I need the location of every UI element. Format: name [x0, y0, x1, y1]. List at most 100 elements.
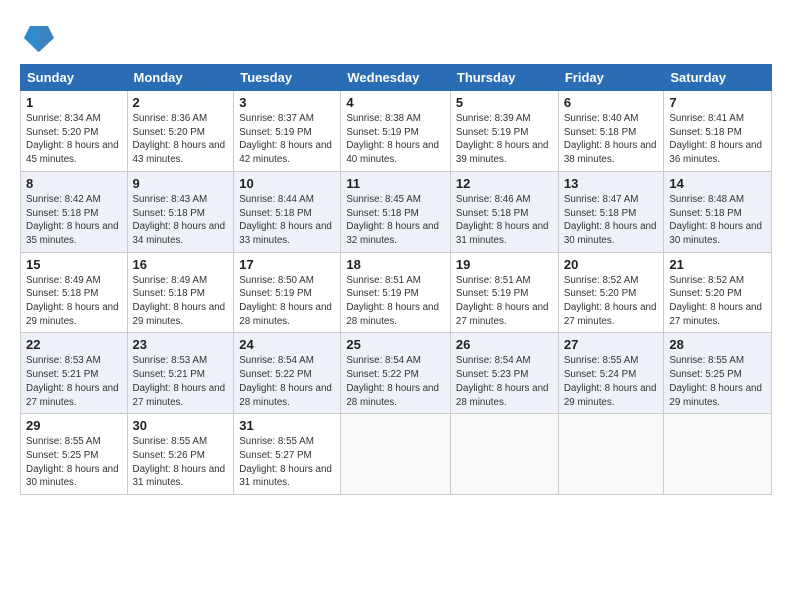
calendar-cell: 21 Sunrise: 8:52 AM Sunset: 5:20 PM Dayli…	[664, 252, 772, 333]
calendar-cell: 14Sunrise: 8:48 AM Sunset: 5:18 PM Dayli…	[664, 171, 772, 252]
calendar-cell	[558, 414, 664, 495]
day-info: Sunrise: 8:49 AM Sunset: 5:18 PM Dayligh…	[26, 274, 122, 329]
day-info: Sunrise: 8:45 AM Sunset: 5:18 PM Dayligh…	[346, 193, 445, 248]
day-number: 20	[564, 257, 659, 272]
calendar-cell: 23Sunrise: 8:53 AM Sunset: 5:21 PM Dayli…	[127, 333, 234, 414]
day-info: Sunrise: 8:34 AM Sunset: 5:20 PM Dayligh…	[26, 112, 122, 167]
day-number: 13	[564, 176, 659, 191]
day-info: Sunrise: 8:37 AM Sunset: 5:19 PM Dayligh…	[239, 112, 335, 167]
calendar-week-1: 1 Sunrise: 8:34 AM Sunset: 5:20 PM Daylig…	[21, 91, 772, 172]
day-number: 16	[133, 257, 229, 272]
calendar-header-sunday: Sunday	[21, 65, 128, 91]
day-info: Sunrise: 8:52 AM Sunset: 5:20 PM Dayligh…	[669, 274, 766, 329]
day-info: Sunrise: 8:55 AM Sunset: 5:24 PM Dayligh…	[564, 354, 659, 409]
day-number: 10	[239, 176, 335, 191]
calendar-cell: 31 Sunrise: 8:55 AM Sunset: 5:27 PM Dayli…	[234, 414, 341, 495]
calendar-cell: 3 Sunrise: 8:37 AM Sunset: 5:19 PM Daylig…	[234, 91, 341, 172]
day-number: 22	[26, 337, 122, 352]
day-number: 24	[239, 337, 335, 352]
day-info: Sunrise: 8:55 AM Sunset: 5:27 PM Dayligh…	[239, 435, 335, 490]
calendar-cell: 8Sunrise: 8:42 AM Sunset: 5:18 PM Daylig…	[21, 171, 128, 252]
day-info: Sunrise: 8:43 AM Sunset: 5:18 PM Dayligh…	[133, 193, 229, 248]
calendar-cell: 28 Sunrise: 8:55 AM Sunset: 5:25 PM Dayli…	[664, 333, 772, 414]
calendar-cell: 17 Sunrise: 8:50 AM Sunset: 5:19 PM Dayli…	[234, 252, 341, 333]
day-number: 17	[239, 257, 335, 272]
day-info: Sunrise: 8:53 AM Sunset: 5:21 PM Dayligh…	[133, 354, 229, 409]
day-info: Sunrise: 8:38 AM Sunset: 5:19 PM Dayligh…	[346, 112, 445, 167]
day-number: 18	[346, 257, 445, 272]
day-number: 2	[133, 95, 229, 110]
calendar-week-4: 22 Sunrise: 8:53 AM Sunset: 5:21 PM Dayli…	[21, 333, 772, 414]
calendar-header-friday: Friday	[558, 65, 664, 91]
calendar-cell: 27 Sunrise: 8:55 AM Sunset: 5:24 PM Dayli…	[558, 333, 664, 414]
calendar-header-thursday: Thursday	[450, 65, 558, 91]
day-number: 30	[133, 418, 229, 433]
calendar-cell	[664, 414, 772, 495]
day-info: Sunrise: 8:47 AM Sunset: 5:18 PM Dayligh…	[564, 193, 659, 248]
day-info: Sunrise: 8:39 AM Sunset: 5:19 PM Dayligh…	[456, 112, 553, 167]
calendar-cell: 29Sunrise: 8:55 AM Sunset: 5:25 PM Dayli…	[21, 414, 128, 495]
day-info: Sunrise: 8:36 AM Sunset: 5:20 PM Dayligh…	[133, 112, 229, 167]
calendar-header-tuesday: Tuesday	[234, 65, 341, 91]
calendar-cell: 5 Sunrise: 8:39 AM Sunset: 5:19 PM Daylig…	[450, 91, 558, 172]
calendar-cell: 4 Sunrise: 8:38 AM Sunset: 5:19 PM Daylig…	[341, 91, 451, 172]
calendar-cell: 24Sunrise: 8:54 AM Sunset: 5:22 PM Dayli…	[234, 333, 341, 414]
day-number: 28	[669, 337, 766, 352]
logo-icon	[24, 18, 54, 54]
day-info: Sunrise: 8:44 AM Sunset: 5:18 PM Dayligh…	[239, 193, 335, 248]
day-number: 9	[133, 176, 229, 191]
day-number: 6	[564, 95, 659, 110]
day-number: 29	[26, 418, 122, 433]
day-number: 4	[346, 95, 445, 110]
calendar-cell: 15 Sunrise: 8:49 AM Sunset: 5:18 PM Dayli…	[21, 252, 128, 333]
day-info: Sunrise: 8:41 AM Sunset: 5:18 PM Dayligh…	[669, 112, 766, 167]
header	[20, 18, 772, 54]
day-number: 25	[346, 337, 445, 352]
calendar-header-saturday: Saturday	[664, 65, 772, 91]
calendar-cell: 12Sunrise: 8:46 AM Sunset: 5:18 PM Dayli…	[450, 171, 558, 252]
calendar-header-row: SundayMondayTuesdayWednesdayThursdayFrid…	[21, 65, 772, 91]
calendar-cell	[450, 414, 558, 495]
day-info: Sunrise: 8:55 AM Sunset: 5:26 PM Dayligh…	[133, 435, 229, 490]
calendar-week-2: 8Sunrise: 8:42 AM Sunset: 5:18 PM Daylig…	[21, 171, 772, 252]
day-info: Sunrise: 8:50 AM Sunset: 5:19 PM Dayligh…	[239, 274, 335, 329]
calendar-cell: 9 Sunrise: 8:43 AM Sunset: 5:18 PM Daylig…	[127, 171, 234, 252]
calendar-cell: 25 Sunrise: 8:54 AM Sunset: 5:22 PM Dayli…	[341, 333, 451, 414]
calendar-cell: 7 Sunrise: 8:41 AM Sunset: 5:18 PM Daylig…	[664, 91, 772, 172]
day-info: Sunrise: 8:55 AM Sunset: 5:25 PM Dayligh…	[669, 354, 766, 409]
day-info: Sunrise: 8:48 AM Sunset: 5:18 PM Dayligh…	[669, 193, 766, 248]
calendar-cell: 16 Sunrise: 8:49 AM Sunset: 5:18 PM Dayli…	[127, 252, 234, 333]
day-number: 21	[669, 257, 766, 272]
day-number: 3	[239, 95, 335, 110]
logo	[20, 18, 54, 54]
day-info: Sunrise: 8:49 AM Sunset: 5:18 PM Dayligh…	[133, 274, 229, 329]
day-number: 7	[669, 95, 766, 110]
calendar-week-5: 29Sunrise: 8:55 AM Sunset: 5:25 PM Dayli…	[21, 414, 772, 495]
day-number: 12	[456, 176, 553, 191]
calendar-cell: 6 Sunrise: 8:40 AM Sunset: 5:18 PM Daylig…	[558, 91, 664, 172]
day-info: Sunrise: 8:42 AM Sunset: 5:18 PM Dayligh…	[26, 193, 122, 248]
calendar-header-wednesday: Wednesday	[341, 65, 451, 91]
calendar-table: SundayMondayTuesdayWednesdayThursdayFrid…	[20, 64, 772, 495]
calendar-cell: 19Sunrise: 8:51 AM Sunset: 5:19 PM Dayli…	[450, 252, 558, 333]
day-number: 1	[26, 95, 122, 110]
day-number: 11	[346, 176, 445, 191]
day-number: 15	[26, 257, 122, 272]
day-info: Sunrise: 8:54 AM Sunset: 5:22 PM Dayligh…	[346, 354, 445, 409]
day-info: Sunrise: 8:53 AM Sunset: 5:21 PM Dayligh…	[26, 354, 122, 409]
calendar-week-3: 15 Sunrise: 8:49 AM Sunset: 5:18 PM Dayli…	[21, 252, 772, 333]
day-info: Sunrise: 8:51 AM Sunset: 5:19 PM Dayligh…	[346, 274, 445, 329]
day-number: 5	[456, 95, 553, 110]
day-number: 31	[239, 418, 335, 433]
day-info: Sunrise: 8:40 AM Sunset: 5:18 PM Dayligh…	[564, 112, 659, 167]
calendar-header-monday: Monday	[127, 65, 234, 91]
calendar-cell: 1 Sunrise: 8:34 AM Sunset: 5:20 PM Daylig…	[21, 91, 128, 172]
calendar-cell	[341, 414, 451, 495]
calendar-cell: 30 Sunrise: 8:55 AM Sunset: 5:26 PM Dayli…	[127, 414, 234, 495]
day-info: Sunrise: 8:51 AM Sunset: 5:19 PM Dayligh…	[456, 274, 553, 329]
page: SundayMondayTuesdayWednesdayThursdayFrid…	[0, 0, 792, 612]
day-number: 27	[564, 337, 659, 352]
day-info: Sunrise: 8:52 AM Sunset: 5:20 PM Dayligh…	[564, 274, 659, 329]
calendar-cell: 11 Sunrise: 8:45 AM Sunset: 5:18 PM Dayli…	[341, 171, 451, 252]
day-number: 26	[456, 337, 553, 352]
